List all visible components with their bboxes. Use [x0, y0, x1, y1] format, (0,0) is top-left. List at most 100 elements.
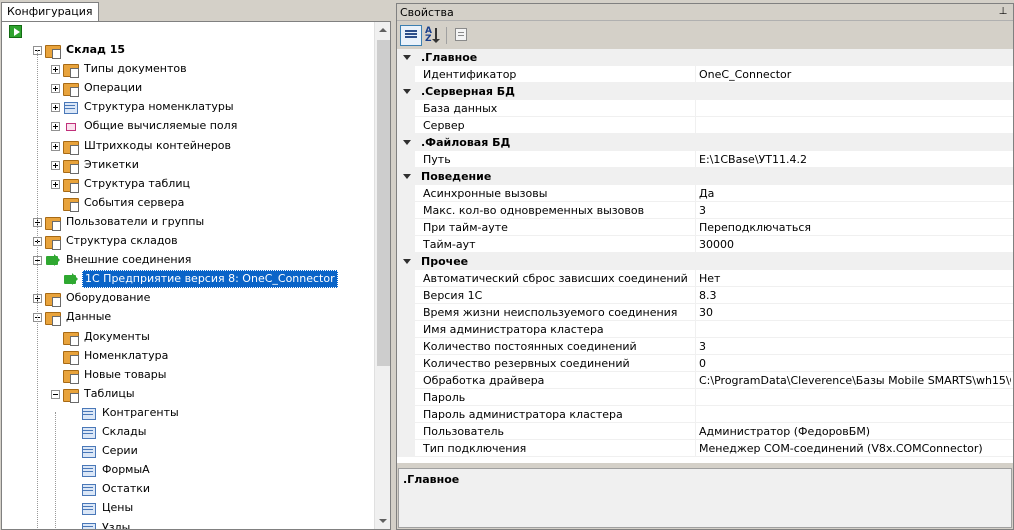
expand-icon[interactable] [51, 179, 60, 189]
alphabetical-sort-button[interactable]: AZ [422, 25, 444, 46]
tree-node-label[interactable]: Внешние соединения [64, 252, 193, 268]
tree-node[interactable]: 1С Предприятие версия 8: OneC_Connector [51, 270, 338, 288]
tree-node-label[interactable]: Операции [82, 80, 144, 96]
property-value[interactable]: Да [699, 186, 1011, 201]
tree-node-label[interactable]: Контрагенты [100, 405, 181, 421]
property-row[interactable]: Автоматический сброс зависших соединений… [397, 270, 1013, 287]
tree-node-label[interactable]: Таблицы [82, 386, 137, 402]
tree-node-label[interactable]: Общие вычисляемые поля [82, 118, 239, 134]
column-divider[interactable] [695, 423, 696, 440]
tree-scrollbar[interactable] [374, 22, 390, 529]
collapse-category-icon[interactable] [403, 55, 411, 60]
tree-node[interactable]: ФормыА [69, 461, 152, 479]
property-value[interactable]: 30 [699, 305, 1011, 320]
tree-node[interactable]: Новые товары [51, 366, 168, 384]
tree-node[interactable]: События сервера [51, 194, 186, 212]
property-value[interactable]: C:\ProgramData\Cleverence\Базы Mobile SM… [699, 373, 1011, 388]
tree-node[interactable]: Данные [33, 308, 113, 326]
collapse-category-icon[interactable] [403, 259, 411, 264]
property-row[interactable]: Тип подключения Менеджер COM-соединений (… [397, 440, 1013, 457]
tree-node[interactable]: Контрагенты [69, 404, 181, 422]
expand-icon[interactable] [51, 141, 60, 151]
tree-node[interactable]: Номенклатура [51, 347, 170, 365]
tree-node-label[interactable]: Склад 15 [64, 42, 127, 58]
property-row[interactable]: Пароль администратора кластера [397, 406, 1013, 423]
property-category[interactable]: Поведение [397, 168, 1013, 185]
tab-configuration[interactable]: Конфигурация [1, 2, 99, 21]
tree-node-label[interactable]: Остатки [100, 481, 152, 497]
tree-node[interactable]: Структура складов [33, 232, 180, 250]
column-divider[interactable] [695, 304, 696, 321]
column-divider[interactable] [695, 287, 696, 304]
tree-node-label[interactable]: Данные [64, 309, 113, 325]
tree-node-label[interactable]: События сервера [82, 195, 186, 211]
property-value[interactable]: E:\1CBase\УТ11.4.2 [699, 152, 1011, 167]
property-category[interactable]: .Серверная БД [397, 83, 1013, 100]
scroll-up-icon[interactable] [375, 22, 390, 39]
tree-node[interactable]: Остатки [69, 480, 152, 498]
tree-node[interactable]: Цены [69, 499, 135, 517]
property-category[interactable]: .Главное [397, 49, 1013, 66]
tree-node-label[interactable]: Пользователи и группы [64, 214, 206, 230]
run-icon[interactable] [9, 25, 22, 38]
property-row[interactable]: Идентификатор OneC_Connector [397, 66, 1013, 83]
column-divider[interactable] [695, 202, 696, 219]
property-value[interactable]: 3 [699, 203, 1011, 218]
property-row[interactable]: Количество резервных соединений 0 [397, 355, 1013, 372]
collapse-category-icon[interactable] [403, 89, 411, 94]
property-value[interactable]: Менеджер COM-соединений (V8x.COMConnecto… [699, 441, 1011, 456]
tree-node[interactable]: Общие вычисляемые поля [51, 117, 239, 135]
property-row[interactable]: Количество постоянных соединений 3 [397, 338, 1013, 355]
property-pages-button[interactable] [450, 25, 472, 46]
expand-icon[interactable] [51, 83, 60, 93]
column-divider[interactable] [695, 100, 696, 117]
tree-node[interactable]: Типы документов [51, 60, 189, 78]
property-row[interactable]: Время жизни неиспользуемого соединения 30 [397, 304, 1013, 321]
tree-node[interactable]: Структура номенклатуры [51, 98, 236, 116]
tree-node[interactable]: Серии [69, 442, 140, 460]
column-divider[interactable] [695, 66, 696, 83]
column-divider[interactable] [695, 321, 696, 338]
tree-node-label[interactable]: Структура номенклатуры [82, 99, 236, 115]
property-category[interactable]: .Файловая БД [397, 134, 1013, 151]
tree-node-label[interactable]: ФормыА [100, 462, 152, 478]
column-divider[interactable] [695, 151, 696, 168]
property-row[interactable]: Тайм-аут 30000 [397, 236, 1013, 253]
pin-icon[interactable]: ⊥ [998, 6, 1008, 18]
property-value[interactable]: 3 [699, 339, 1011, 354]
tree-node[interactable]: Оборудование [33, 289, 152, 307]
tree-node[interactable]: Документы [51, 328, 152, 346]
column-divider[interactable] [695, 440, 696, 457]
column-divider[interactable] [695, 236, 696, 253]
property-row[interactable]: Асинхронные вызовы Да [397, 185, 1013, 202]
tree-node-label[interactable]: Типы документов [82, 61, 189, 77]
property-row[interactable]: Имя администратора кластера [397, 321, 1013, 338]
tree-node-label[interactable]: Этикетки [82, 157, 141, 173]
expand-icon[interactable] [51, 121, 60, 131]
property-value[interactable]: Администратор (ФедоровБМ) [699, 424, 1011, 439]
column-divider[interactable] [695, 406, 696, 423]
expand-icon[interactable] [51, 102, 60, 112]
column-divider[interactable] [695, 219, 696, 236]
tree-node-label[interactable]: Штрихкоды контейнеров [82, 138, 233, 154]
column-divider[interactable] [695, 185, 696, 202]
tree-node-label[interactable]: Цены [100, 500, 135, 516]
column-divider[interactable] [695, 372, 696, 389]
tree-node-label[interactable]: 1С Предприятие версия 8: OneC_Connector [82, 270, 338, 288]
tree-node-label[interactable]: Серии [100, 443, 140, 459]
tree-node-label[interactable]: Узлы [100, 520, 132, 529]
tree-node[interactable]: Таблицы [51, 385, 137, 403]
expand-icon[interactable] [51, 160, 60, 170]
tree-node[interactable]: Пользователи и группы [33, 213, 206, 231]
property-row[interactable]: Пароль [397, 389, 1013, 406]
collapse-icon[interactable] [51, 389, 60, 399]
collapse-category-icon[interactable] [403, 174, 411, 179]
column-divider[interactable] [695, 389, 696, 406]
property-value[interactable]: 0 [699, 356, 1011, 371]
property-value[interactable]: 8.3 [699, 288, 1011, 303]
property-row[interactable]: Обработка драйвера C:\ProgramData\Clevere… [397, 372, 1013, 389]
property-row[interactable]: Путь E:\1CBase\УТ11.4.2 [397, 151, 1013, 168]
tree-node[interactable]: Операции [51, 79, 144, 97]
tree-node-label[interactable]: Структура таблиц [82, 176, 192, 192]
property-row[interactable]: При тайм-ауте Переподключаться [397, 219, 1013, 236]
